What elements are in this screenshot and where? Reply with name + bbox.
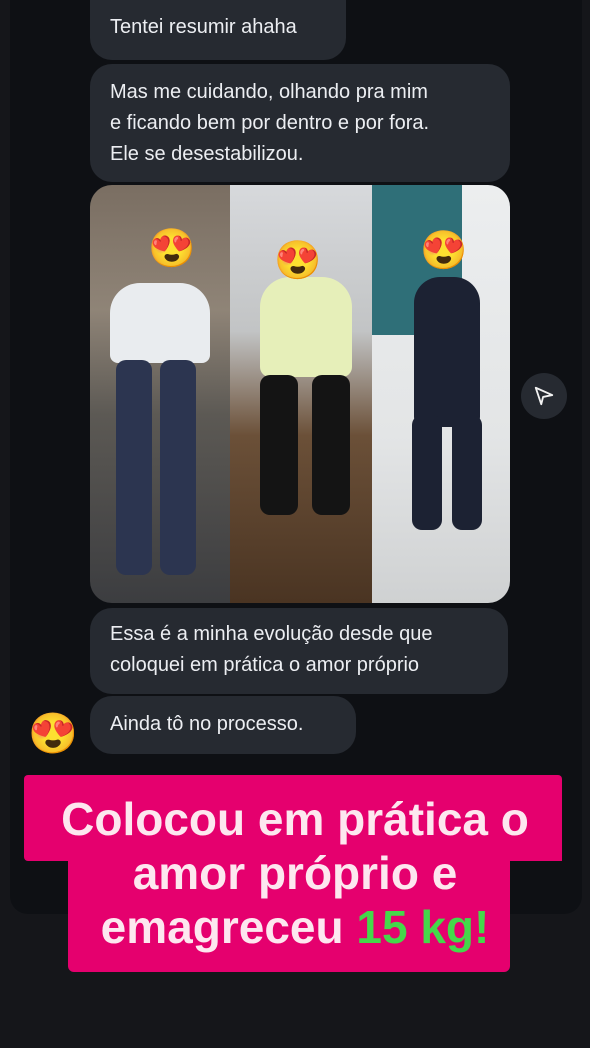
share-button[interactable] bbox=[521, 373, 567, 419]
photo-panel-middle: 😍 bbox=[230, 185, 372, 603]
caption-line-1: Colocou em prática o bbox=[61, 793, 529, 845]
message-bubble[interactable]: Ainda tô no processo. bbox=[90, 696, 356, 754]
caption-highlight: 15 kg! bbox=[356, 901, 490, 953]
face-cover-emoji: 😍 bbox=[148, 228, 196, 270]
message-bubble[interactable]: Mas me cuidando, olhando pra mim e fican… bbox=[90, 64, 510, 182]
caption-line-3-prefix: emagreceu bbox=[100, 901, 357, 953]
message-bubble[interactable]: Essa é a minha evolução desde que coloqu… bbox=[90, 608, 508, 694]
face-cover-emoji: 😍 bbox=[274, 240, 322, 282]
shared-photo[interactable]: 😍 😍 😍 bbox=[90, 185, 510, 603]
photo-panel-after: 😍 bbox=[372, 185, 510, 603]
face-cover-emoji: 😍 bbox=[420, 230, 468, 272]
message-bubble[interactable]: Tentei resumir ahaha bbox=[90, 0, 346, 60]
photo-panel-before: 😍 bbox=[90, 185, 230, 603]
caption-line-3: emagreceu 15 kg! bbox=[0, 900, 590, 954]
paper-plane-icon bbox=[534, 386, 554, 406]
caption-text: Colocou em prática o amor próprio e emag… bbox=[0, 792, 590, 954]
sender-emoji-avatar: 😍 bbox=[28, 712, 78, 756]
caption-line-2: amor próprio e bbox=[132, 847, 458, 899]
